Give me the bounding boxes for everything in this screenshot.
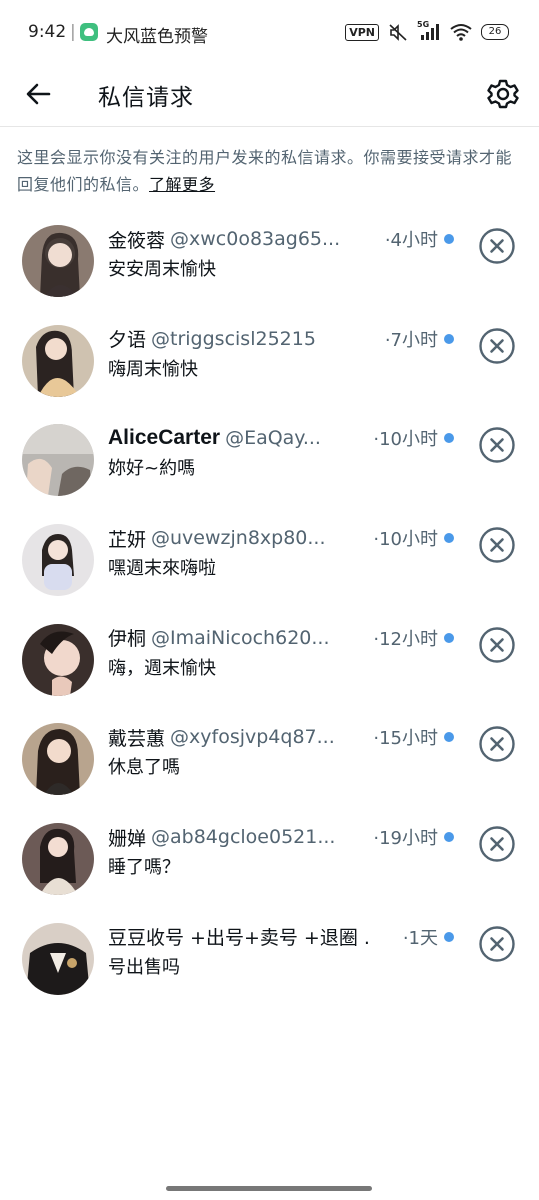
weather-app-icon — [80, 23, 98, 41]
user-handle: @triggscisl25215 — [151, 327, 316, 350]
display-name: 夕语 — [108, 329, 147, 352]
user-handle: @xyfosjvp4q87... — [170, 726, 335, 749]
unread-dot — [444, 333, 454, 344]
dismiss-close-icon[interactable] — [478, 725, 516, 763]
timestamp: ·1天 — [402, 927, 438, 949]
avatar[interactable] — [22, 225, 94, 297]
display-name: 姗婵 — [108, 827, 147, 850]
display-name: 伊桐 — [108, 628, 147, 651]
message-preview: 妳好~約嗎 — [108, 458, 196, 480]
wifi-icon — [450, 24, 472, 41]
timestamp: ·19小时 — [373, 828, 438, 850]
battery-indicator: 26 — [481, 24, 509, 40]
message-preview: 号出售吗 — [108, 956, 180, 978]
unread-dot — [444, 234, 454, 244]
page-title: 私信请求 — [98, 85, 194, 111]
dismiss-close-icon[interactable] — [478, 426, 516, 464]
request-header: 伊桐 @ImaiNicoch620... ·12小时 — [108, 625, 438, 651]
user-handle: @EaQay... — [225, 427, 321, 450]
info-text: 这里会显示你没有关注的用户发来的私信请求。你需要接受请求才能回复他们的私信。了解… — [17, 144, 527, 198]
unread-dot — [444, 533, 454, 544]
timestamp: ·4小时 — [384, 230, 438, 251]
timestamp: ·10小时 — [373, 429, 438, 451]
timestamp: ·7小时 — [384, 329, 438, 351]
user-handle: @ab84gcloe0521... — [151, 826, 336, 849]
unread-dot — [444, 433, 454, 444]
message-request-row[interactable]: 姗婵 @ab84gcloe0521... ·19小时 睡了嗎？ — [0, 818, 539, 918]
request-header: 姗婵 @ab84gcloe0521... ·19小时 — [108, 824, 438, 850]
message-preview: 安安周末愉快 — [108, 259, 216, 280]
message-request-row[interactable]: 夕语 @triggscisl25215 ·7小时 嗨周末愉快 — [0, 320, 539, 420]
learn-more-link[interactable]: 了解更多 — [149, 175, 215, 194]
message-request-list: 金筱蓉 @xwc0o83ag65... ·4小时 安安周末愉快 夕语 @trig… — [0, 220, 539, 1018]
timestamp: ·10小时 — [373, 529, 438, 551]
vpn-badge: VPN — [345, 23, 379, 41]
avatar[interactable] — [22, 324, 94, 397]
message-request-row[interactable]: 伊桐 @ImaiNicoch620... ·12小时 嗨，週末愉快 — [0, 619, 539, 719]
dismiss-close-icon[interactable] — [478, 626, 516, 664]
timestamp: ·15小时 — [373, 728, 438, 750]
display-name: 豆豆收号 +出号+卖号 +退圈 . — [108, 927, 370, 950]
status-bar: 9:42 | 大风蓝色预警 VPN 5G 26 — [0, 0, 539, 64]
app-bar: 私信请求 — [0, 64, 539, 126]
request-header: 金筱蓉 @xwc0o83ag65... ·4小时 — [108, 226, 438, 252]
avatar[interactable] — [22, 922, 94, 995]
message-preview: 嘿週末來嗨啦 — [108, 558, 216, 580]
dismiss-close-icon[interactable] — [478, 825, 516, 863]
mute-icon — [389, 24, 407, 41]
avatar[interactable] — [22, 524, 94, 597]
status-indicators: VPN 5G 26 — [345, 20, 509, 44]
display-name: 戴芸蕙 — [108, 727, 166, 750]
display-name: AliceCarter — [108, 426, 221, 450]
user-handle: @uvewzjn8xp80... — [151, 527, 326, 550]
user-handle: @ImaiNicoch620... — [151, 626, 330, 649]
request-header: 芷妍 @uvewzjn8xp80... ·10小时 — [108, 525, 438, 551]
status-separator: | — [70, 22, 76, 42]
request-header: 豆豆收号 +出号+卖号 +退圈 . ·1天 — [108, 924, 438, 950]
settings-gear-icon[interactable] — [483, 74, 523, 114]
message-preview: 嗨周末愉快 — [108, 358, 198, 380]
request-header: 夕语 @triggscisl25215 ·7小时 — [108, 326, 438, 352]
timestamp: ·12小时 — [373, 628, 438, 650]
status-time: 9:42 — [28, 22, 67, 42]
avatar[interactable] — [22, 623, 94, 696]
info-description: 这里会显示你没有关注的用户发来的私信请求。你需要接受请求才能回复他们的私信。 — [17, 148, 513, 194]
avatar[interactable] — [22, 424, 94, 497]
request-header: 戴芸蕙 @xyfosjvp4q87... ·15小时 — [108, 724, 438, 750]
dismiss-close-icon[interactable] — [478, 327, 516, 365]
display-name: 芷妍 — [108, 528, 147, 551]
message-preview: 睡了嗎？ — [108, 857, 180, 879]
message-request-row[interactable]: 芷妍 @uvewzjn8xp80... ·10小时 嘿週末來嗨啦 — [0, 519, 539, 619]
back-arrow-icon[interactable] — [20, 76, 56, 112]
unread-dot — [444, 832, 454, 843]
message-request-row[interactable]: 戴芸蕙 @xyfosjvp4q87... ·15小时 休息了嗎 — [0, 718, 539, 818]
request-header: AliceCarter @EaQay... ·10小时 — [108, 425, 438, 451]
home-indicator[interactable] — [166, 1186, 372, 1191]
unread-dot — [444, 931, 454, 942]
dismiss-close-icon[interactable] — [478, 227, 516, 265]
display-name: 金筱蓉 — [108, 229, 166, 252]
message-preview: 休息了嗎 — [108, 757, 180, 779]
header-divider — [0, 126, 539, 127]
dismiss-close-icon[interactable] — [478, 925, 516, 963]
message-request-row[interactable]: 金筱蓉 @xwc0o83ag65... ·4小时 安安周末愉快 — [0, 220, 539, 320]
avatar[interactable] — [22, 723, 94, 796]
message-preview: 嗨，週末愉快 — [108, 657, 216, 679]
cellular-signal-icon: 5G — [417, 20, 441, 41]
dismiss-close-icon[interactable] — [478, 526, 516, 564]
unread-dot — [444, 632, 454, 643]
unread-dot — [444, 732, 454, 743]
message-request-row[interactable]: AliceCarter @EaQay... ·10小时 妳好~約嗎 — [0, 419, 539, 519]
avatar[interactable] — [22, 823, 94, 896]
user-handle: @xwc0o83ag65... — [170, 228, 341, 250]
message-request-row[interactable]: 豆豆收号 +出号+卖号 +退圈 . ·1天 号出售吗 — [0, 918, 539, 1018]
weather-alert-text: 大风蓝色预警 — [106, 27, 208, 47]
